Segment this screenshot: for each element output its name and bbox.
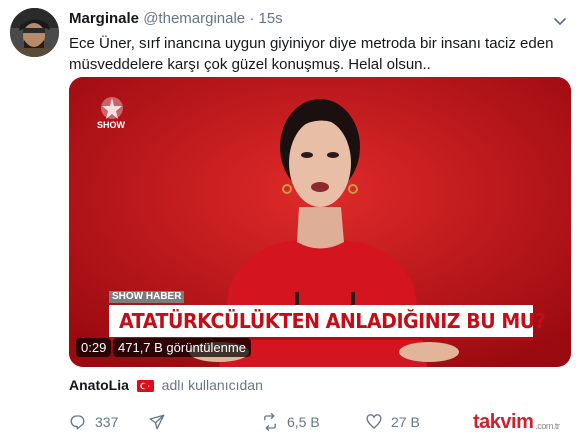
lower-third-tag-suffix: HABER [145, 291, 182, 302]
user-handle[interactable]: @themarginale [143, 10, 245, 27]
tweet-text: Ece Üner, sırf inancına uygun giyiniyor … [69, 35, 554, 73]
watermark-suffix: .com.tr [535, 421, 560, 431]
source-suffix: adlı kullanıcıdan [161, 377, 263, 393]
watermark-text: takvim [473, 410, 534, 433]
like-count: 27 B [391, 414, 420, 430]
avatar[interactable] [10, 8, 59, 57]
direct-message-button[interactable] [148, 412, 174, 432]
chevron-down-icon[interactable] [553, 14, 567, 25]
reply-count: 337 [95, 414, 119, 430]
tweet-header: Marginale @themarginale · 15s [69, 10, 283, 28]
separator: · [249, 10, 255, 27]
lower-third-tag: SHOW HABER [109, 291, 185, 303]
display-name[interactable]: Marginale [69, 10, 139, 27]
direct-message-icon [149, 414, 165, 430]
like-button[interactable]: 27 B [365, 412, 420, 432]
headline-bar: ATATÜRKCÜLÜKTEN ANLADIĞINIZ BU MU? [109, 305, 546, 340]
retweet-button[interactable]: 6,5 B [261, 412, 320, 432]
video-view-count: 471,7 B görüntülenme [113, 338, 251, 357]
video-player[interactable]: SHOW SHOW HABER ATATÜRKCÜLÜKTEN ANLADIĞI… [69, 77, 571, 367]
source-name[interactable]: AnatoLia [69, 377, 129, 393]
video-source: AnatoLia adlı kullanıcıdan [69, 376, 263, 394]
takvim-watermark: takvim .com.tr [473, 410, 560, 434]
channel-logo: SHOW [95, 95, 129, 131]
reply-icon [70, 415, 85, 430]
retweet-count: 6,5 B [287, 414, 320, 430]
retweet-icon [264, 413, 276, 431]
tweet-timestamp[interactable]: 15s [259, 10, 283, 27]
video-headline: ATATÜRKCÜLÜKTEN ANLADIĞINIZ BU MU? [119, 309, 546, 333]
reply-button[interactable]: 337 [69, 412, 118, 432]
channel-logo-text: SHOW [97, 120, 125, 130]
heart-icon [366, 414, 382, 429]
video-duration: 0:29 [76, 338, 112, 357]
lower-third-tag-brand: SHOW [112, 291, 144, 302]
turkey-flag-icon [136, 378, 154, 392]
